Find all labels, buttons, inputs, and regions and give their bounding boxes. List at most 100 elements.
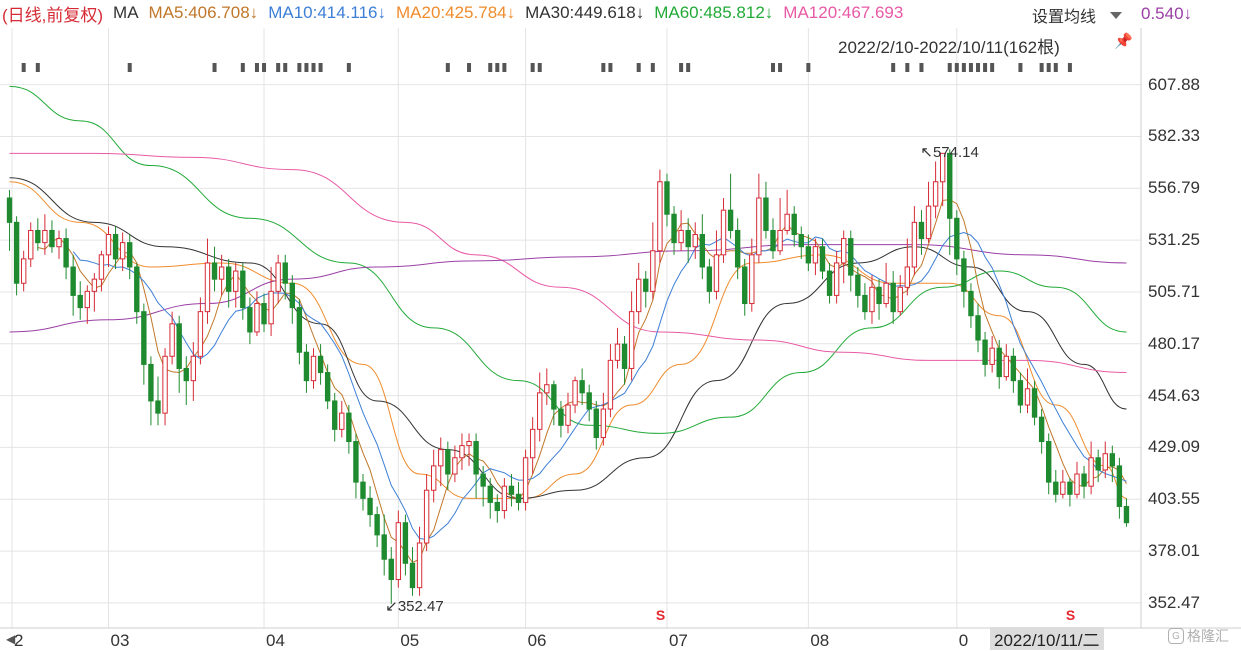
candle-up-body [84, 290, 90, 309]
candle-down-body [982, 339, 988, 365]
candle-down-body [579, 380, 585, 394]
y-tick-label: 582.33 [1148, 126, 1200, 146]
candle-down-body [388, 558, 394, 581]
y-tick-label: 378.01 [1148, 541, 1200, 561]
candle [1053, 469, 1059, 503]
candle-down-body [961, 258, 967, 292]
high-arrow-icon: ↖ [920, 144, 933, 162]
candle-up-body [501, 485, 508, 512]
event-marker [530, 63, 535, 72]
candle-up-body [692, 234, 698, 248]
x-tick-label: 03 [110, 631, 130, 650]
pin-icon[interactable]: 📌 [1114, 32, 1133, 50]
candle-up-body [395, 522, 402, 581]
high-value: 574.14 [932, 144, 979, 162]
candle [204, 238, 211, 324]
candle [579, 368, 585, 405]
candle [833, 250, 840, 304]
candle-down-body [855, 274, 861, 296]
candlestick-chart[interactable] [0, 0, 1241, 650]
candle [671, 206, 677, 255]
event-marker [919, 63, 924, 72]
candle [148, 356, 154, 426]
candle [324, 364, 331, 410]
chevron-down-icon [1110, 11, 1123, 19]
candle-up-body [430, 465, 437, 491]
event-marker [1067, 63, 1072, 72]
candle-down-body [1031, 388, 1038, 418]
candle [869, 275, 875, 324]
candle-down-body [1116, 465, 1123, 507]
candle-down-body [480, 473, 486, 487]
ma-settings-button[interactable]: 设置均线 [1022, 2, 1148, 28]
watermark-text: 格隆汇 [1187, 628, 1229, 644]
low-annotation: ↙352.47 [385, 597, 443, 615]
candle [961, 250, 967, 308]
candle [367, 486, 373, 527]
scroll-left-icon[interactable]: ◀ [6, 632, 15, 646]
candle-down-body [515, 493, 522, 503]
candle [13, 216, 20, 296]
y-tick-label: 531.25 [1148, 230, 1200, 250]
s-signal-marker: S [655, 607, 666, 623]
chart-mode-label: (日线,前复权) [2, 5, 104, 25]
candle-down-body [381, 534, 387, 560]
candle-up-body [777, 229, 783, 252]
candle [1074, 461, 1080, 499]
candle [77, 281, 83, 320]
candle-down-body [112, 234, 119, 260]
ma10-value: MA10:414.116↓ [268, 3, 387, 22]
event-marker [771, 63, 776, 72]
event-marker [983, 63, 988, 72]
candle [35, 218, 41, 251]
candle [932, 161, 939, 219]
candle-down-body [155, 400, 161, 414]
candle [706, 258, 713, 304]
event-marker [891, 63, 896, 72]
candle-down-body [176, 323, 182, 369]
candle [56, 230, 62, 259]
ma-label: MA [113, 3, 139, 22]
candle-down-body [862, 294, 868, 313]
candle-down-body [183, 367, 189, 382]
candle-up-body [28, 229, 34, 260]
candle [1060, 469, 1066, 499]
candle-down-body [558, 408, 564, 426]
high-annotation: ↖574.14 [920, 143, 978, 161]
candle-down-body [685, 229, 691, 248]
event-marker [21, 63, 26, 72]
candle-down-body [296, 307, 303, 353]
candle [643, 271, 649, 308]
candle-down-body [367, 497, 373, 516]
candle [770, 218, 776, 259]
candle [1017, 372, 1024, 414]
candle [678, 210, 684, 251]
candle [508, 474, 515, 507]
candle [6, 189, 13, 251]
candle [176, 315, 182, 393]
candle [473, 433, 479, 499]
event-marker [686, 63, 691, 72]
candle-down-body [35, 229, 41, 244]
candle [402, 514, 409, 576]
candle-up-body [628, 311, 635, 369]
candle [1046, 433, 1052, 495]
candle [628, 291, 635, 381]
candle-up-body [1088, 457, 1094, 487]
watermark-logo-icon: G [1168, 628, 1184, 644]
candle-up-body [466, 441, 472, 447]
candle-down-body [317, 355, 324, 374]
candle [423, 474, 430, 552]
candle [975, 303, 981, 353]
candle-up-body [841, 238, 847, 264]
candle [70, 254, 76, 316]
event-marker [304, 63, 309, 72]
candle-up-body [233, 270, 239, 292]
candle [558, 400, 564, 438]
candle [529, 417, 536, 474]
candle-up-body [204, 262, 211, 313]
candle-down-body [127, 242, 133, 268]
event-marker [947, 63, 952, 72]
event-marker [954, 63, 959, 72]
candle-down-body [332, 400, 338, 430]
